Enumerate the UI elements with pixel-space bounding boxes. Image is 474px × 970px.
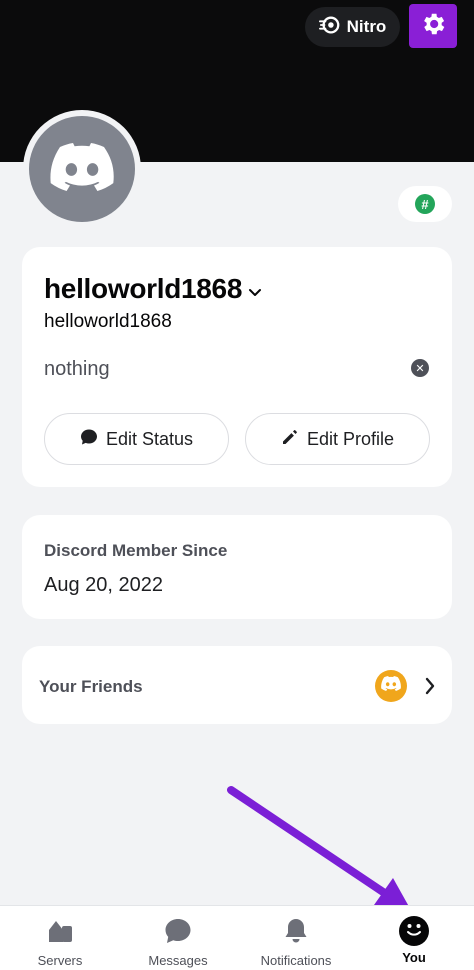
bottom-nav: Servers Messages Notifications You <box>0 905 474 970</box>
username: helloworld1868 <box>44 311 172 332</box>
edit-profile-label: Edit Profile <box>306 428 395 449</box>
nav-notifications-label: Notifications <box>260 953 332 968</box>
edit-profile-button[interactable]: Edit Profile <box>245 413 430 465</box>
edit-status-button[interactable]: Edit Status <box>44 413 229 465</box>
member-since-card: Discord Member Since Aug 20, 2022 <box>22 515 452 619</box>
friend-avatar <box>375 670 407 702</box>
member-since-date: Aug 20, 2022 <box>44 574 163 596</box>
pencil-icon <box>281 428 299 451</box>
nitro-icon <box>318 14 341 41</box>
member-since-label: Discord Member Since <box>44 541 228 560</box>
nav-you[interactable]: You <box>384 906 444 970</box>
servers-icon <box>45 916 75 953</box>
discord-logo-icon <box>50 142 114 196</box>
nav-servers[interactable]: Servers <box>24 906 96 970</box>
nav-notifications[interactable]: Notifications <box>251 906 341 970</box>
chevron-down-icon <box>248 273 262 305</box>
avatar[interactable] <box>29 116 135 222</box>
custom-status[interactable]: nothing <box>44 358 110 381</box>
display-name: helloworld1868 <box>44 273 243 304</box>
avatar-ring <box>23 110 141 228</box>
nav-you-label: You <box>402 950 426 965</box>
hash-icon: # <box>415 194 435 214</box>
gear-icon <box>419 10 447 43</box>
badge-button[interactable]: # <box>398 186 452 222</box>
you-avatar-icon <box>399 916 429 946</box>
nitro-button[interactable]: Nitro <box>305 7 400 47</box>
chevron-right-icon <box>424 677 436 695</box>
nav-servers-label: Servers <box>37 953 83 968</box>
profile-card: helloworld1868 helloworld1868 nothing ✕ … <box>22 247 452 487</box>
bell-icon <box>281 916 311 953</box>
nav-messages[interactable]: Messages <box>141 906 215 970</box>
edit-status-label: Edit Status <box>105 428 194 449</box>
nav-messages-label: Messages <box>148 953 208 968</box>
clear-status-icon[interactable]: ✕ <box>411 359 429 377</box>
nitro-label: Nitro <box>346 17 387 36</box>
friends-label: Your Friends <box>39 677 143 696</box>
messages-icon <box>163 916 193 953</box>
friends-card[interactable]: Your Friends <box>22 646 452 724</box>
discord-logo-icon <box>381 676 401 696</box>
settings-button[interactable] <box>409 4 457 48</box>
display-name-row[interactable]: helloworld1868 <box>44 273 262 305</box>
chat-bubble-icon <box>80 428 98 451</box>
